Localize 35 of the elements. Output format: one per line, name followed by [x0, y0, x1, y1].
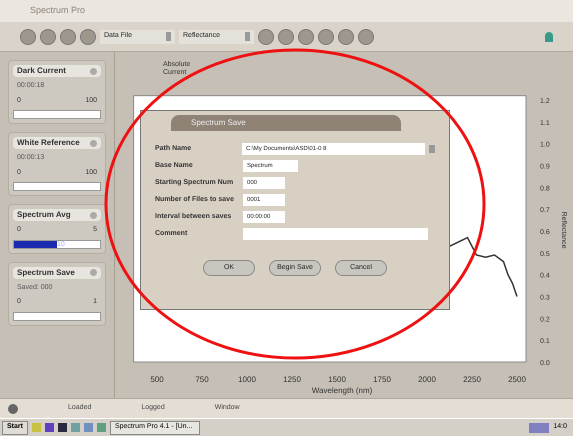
- x-tick: 500: [150, 375, 164, 384]
- toolbar-button[interactable]: [258, 28, 274, 44]
- toolbar-button[interactable]: [278, 28, 294, 44]
- toolbar-button[interactable]: [318, 28, 334, 44]
- collapse-icon[interactable]: [90, 68, 97, 74]
- x-tick: 1500: [328, 375, 346, 384]
- gear-icon[interactable]: [8, 404, 18, 414]
- panel-title: Spectrum Save: [17, 266, 75, 278]
- toolbar-button[interactable]: [358, 28, 374, 44]
- x-tick: 2000: [418, 375, 436, 384]
- toolbar-button[interactable]: [80, 28, 96, 44]
- x-tick: 2250: [463, 375, 481, 384]
- panel-title: Spectrum Avg: [17, 209, 71, 221]
- x-tick: 1000: [238, 375, 256, 384]
- x-tick: 2500: [508, 375, 526, 384]
- window-title: Spectrum Pro: [30, 4, 86, 18]
- x-axis-label: Wavelength (nm): [312, 386, 372, 395]
- input-field[interactable]: [243, 228, 428, 240]
- spectrum-line: [449, 236, 518, 297]
- x-tick: 750: [195, 375, 209, 384]
- toolbar-button[interactable]: [40, 28, 56, 44]
- tray-icon: [529, 422, 550, 432]
- toolbar-button[interactable]: [20, 28, 36, 44]
- collapse-icon[interactable]: [90, 269, 97, 276]
- logo-icon: [545, 32, 553, 42]
- toolbar-button[interactable]: [338, 28, 354, 44]
- collapse-icon[interactable]: [90, 212, 97, 218]
- panel-title: Dark Current: [17, 65, 66, 77]
- panel-title: White Reference: [17, 137, 80, 149]
- toolbar-button[interactable]: [298, 28, 314, 44]
- x-tick: 1250: [283, 375, 301, 384]
- toolbar-button[interactable]: [60, 28, 76, 44]
- dialog-title: Spectrum Save: [171, 115, 401, 131]
- x-tick: 1750: [373, 375, 391, 384]
- collapse-icon[interactable]: [90, 140, 97, 146]
